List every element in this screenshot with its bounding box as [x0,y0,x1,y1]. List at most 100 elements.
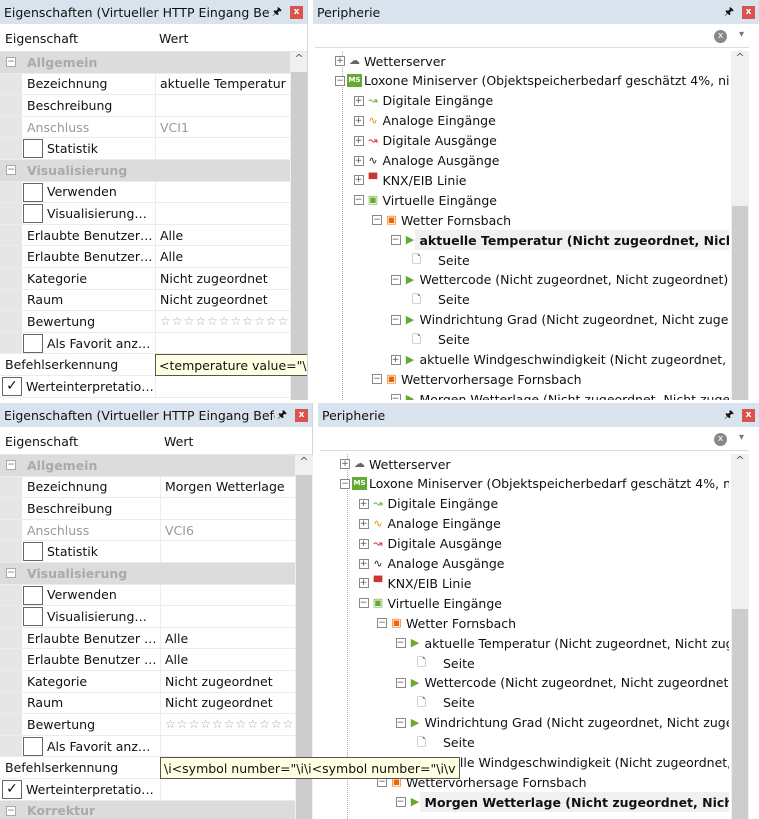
tree-item[interactable]: KNX/EIB Linie [378,170,730,190]
close-icon[interactable]: x [742,5,755,19]
checkbox[interactable] [23,182,43,202]
property-row[interactable]: Statistik [0,541,295,563]
expand-icon[interactable]: + [358,518,369,529]
property-value-cell[interactable] [155,376,290,397]
property-value-cell[interactable]: Alle [160,649,295,670]
tree-item[interactable]: Digitale Eingänge [378,91,730,111]
pin-icon[interactable]: 🖈 [275,406,289,425]
property-row[interactable]: ✓ Werteinterpretation... [0,376,290,398]
tree-item[interactable]: Morgen Wetterlage (Nicht zugeordnet, Nic… [415,389,730,400]
property-value-cell[interactable] [155,181,290,203]
tree-item[interactable]: Digitale Ausgänge [378,131,730,151]
command-recognition-field[interactable]: \i<symbol number="\i\i<symbol number="\i… [160,757,460,780]
tree-item[interactable]: Morgen Wetterlage (Nicht zugeordnet, Nic… [419,792,729,813]
property-row[interactable]: Erlaubte Benutzer l... Alle [0,224,290,247]
properties-scrollbar[interactable]: ^ [290,52,307,400]
property-row[interactable]: Anschluss VCI6 [0,519,295,542]
property-row[interactable]: Anschluss VCI1 [0,116,290,139]
tree-item[interactable]: Loxone Miniserver (Objektspeicherbedarf … [359,71,729,91]
expand-icon[interactable]: + [353,115,364,126]
expand-icon[interactable]: + [353,175,364,186]
tree-item[interactable]: Loxone Miniserver (Objektspeicherbedarf … [364,474,729,494]
property-value-cell[interactable]: Alle [160,627,295,649]
property-row[interactable]: Erlaubte Benutzer l... Alle [0,627,295,650]
collapse-icon[interactable]: − [6,805,16,816]
property-row[interactable]: Befehlserkennung \i<symbol number="\i\i<s… [0,757,460,780]
dropdown-icon[interactable]: ▾ [739,29,744,40]
tree-item[interactable]: Analoge Ausgänge [378,151,730,171]
property-value-cell[interactable]: Nicht zugeordnet [160,671,295,692]
checkbox[interactable] [23,333,43,353]
property-row[interactable]: Visualisierungsk... [0,203,290,225]
property-row[interactable]: Raum Nicht zugeordnet [0,692,295,715]
property-value-cell[interactable]: Alle [155,246,290,267]
dropdown-icon[interactable]: ▾ [739,432,744,443]
tree-item[interactable]: Seite [438,733,729,753]
property-row[interactable]: Befehlserkennung <temperature value="\v [0,354,307,377]
checkbox-checked[interactable]: ✓ [2,377,22,396]
collapse-icon[interactable]: − [395,677,406,688]
tree-item[interactable]: aktuelle Windgeschwindigkeit (Nicht zuge… [420,753,730,773]
close-icon[interactable]: x [295,408,308,422]
collapse-icon[interactable]: − [377,618,387,629]
property-row[interactable]: Visualisierungsk... [0,606,295,628]
collapse-icon[interactable]: − [335,75,345,86]
tree-item[interactable]: aktuelle Temperatur (Nicht zugeordnet, N… [420,633,730,653]
tree-search-input[interactable]: x ▾ [320,429,749,451]
property-value-cell[interactable] [160,584,295,606]
command-recognition-field[interactable]: <temperature value="\v [155,354,307,377]
checkbox[interactable] [23,736,43,756]
pin-icon[interactable]: 🖈 [270,3,284,22]
property-value-cell[interactable] [160,735,295,757]
pin-icon[interactable]: 🖈 [722,3,736,22]
tree-item[interactable]: Wettercode (Nicht zugeordnet, Nicht zuge… [420,673,730,693]
property-value-rating-stars[interactable]: ☆☆☆☆☆☆☆☆☆☆☆ [160,314,289,328]
expand-icon[interactable]: + [358,578,369,589]
property-value-cell[interactable] [155,95,290,116]
collapse-icon[interactable]: − [340,478,350,489]
expand-icon[interactable]: + [353,135,364,146]
scroll-up-icon[interactable]: ^ [290,52,307,72]
scrollbar-thumb[interactable] [291,72,307,400]
property-value-cell[interactable] [160,779,295,800]
scroll-up-icon[interactable]: ^ [295,455,313,475]
tree-item[interactable]: Wetter Fornsbach [396,210,729,230]
collapse-icon[interactable]: − [395,717,406,728]
property-row[interactable]: Verwenden [0,181,290,204]
property-row[interactable]: Bewertung ☆☆☆☆☆☆☆☆☆☆☆ [0,714,295,736]
close-icon[interactable]: x [742,408,755,422]
expand-icon[interactable]: + [390,354,401,365]
collapse-icon[interactable]: − [353,195,364,206]
tree-item[interactable]: Wettercode (Nicht zugeordnet, Nicht zuge… [415,270,730,290]
close-icon[interactable]: x [290,5,303,19]
property-row[interactable]: Statistik [0,138,290,160]
clear-search-icon[interactable]: x [714,433,727,446]
property-row[interactable]: Beschreibung [0,498,295,520]
tree-item[interactable]: Virtuelle Eingänge [383,593,730,613]
property-row[interactable]: Raum Nicht zugeordnet [0,289,290,312]
property-row[interactable]: Als Favorit anze... [0,332,290,355]
tree-item[interactable]: Windrichtung Grad (Nicht zugeordnet, Nic… [415,310,730,330]
property-value-cell[interactable]: ☆☆☆☆☆☆☆☆☆☆☆ [155,311,290,332]
property-value-cell[interactable] [160,541,295,562]
property-value-cell[interactable]: ☆☆☆☆☆☆☆☆☆☆☆ [160,714,295,735]
property-value-cell[interactable] [160,606,295,627]
tree-item[interactable]: Analoge Eingänge [378,111,730,131]
property-row[interactable]: Bezeichnung Morgen Wetterlage [0,476,295,499]
property-value-cell[interactable]: Nicht zugeordnet [155,268,290,289]
scroll-up-icon[interactable]: ^ [731,454,749,474]
collapse-icon[interactable]: − [372,374,382,385]
property-row[interactable]: Bezeichnung aktuelle Temperatur [0,73,290,96]
property-value-cell[interactable]: Alle [155,224,290,246]
expand-icon[interactable]: + [335,56,345,66]
checkbox[interactable] [23,204,43,224]
collapse-icon[interactable]: − [395,638,406,649]
expand-icon[interactable]: + [358,498,369,509]
property-value-cell[interactable] [155,332,290,354]
checkbox[interactable] [23,542,43,562]
scroll-up-icon[interactable]: ^ [731,51,749,71]
property-row[interactable]: Erlaubte Benutzer l... Alle [0,246,290,268]
checkbox-checked[interactable]: ✓ [2,780,22,799]
tree-item[interactable]: Wetterserver [359,51,729,71]
expand-icon[interactable]: + [353,95,364,106]
